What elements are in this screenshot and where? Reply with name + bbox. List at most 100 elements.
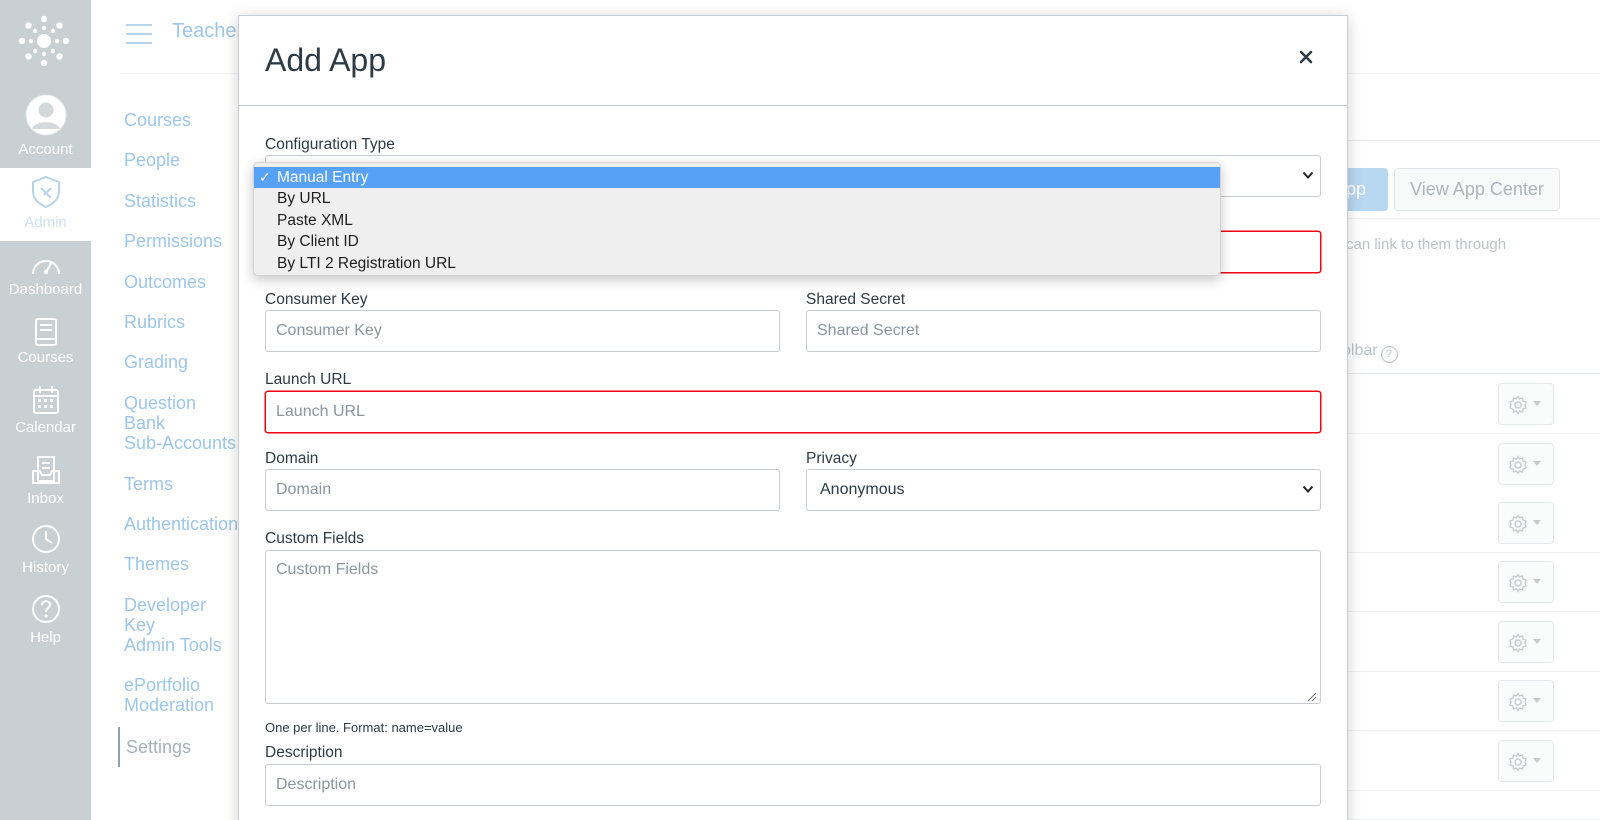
- gear-icon: [1509, 395, 1527, 415]
- settings-gear-button[interactable]: [1498, 561, 1554, 603]
- dialog-header: Add App: [239, 16, 1347, 106]
- close-button[interactable]: [1295, 46, 1317, 68]
- custom-fields-textarea[interactable]: [265, 550, 1321, 704]
- option-paste-xml[interactable]: Paste XML: [254, 210, 1220, 231]
- settings-gear-button[interactable]: [1498, 680, 1554, 722]
- option-manual-entry[interactable]: ✓ Manual Entry: [254, 167, 1220, 189]
- caret-down-icon: [1533, 639, 1541, 644]
- canvas-logo-icon[interactable]: [17, 14, 71, 68]
- privacy-label: Privacy: [806, 450, 857, 467]
- description-label: Description: [265, 744, 343, 761]
- sub-nav-permissions[interactable]: Permissions: [124, 231, 242, 271]
- sub-nav-courses[interactable]: Courses: [124, 110, 242, 150]
- caret-down-icon: [1533, 401, 1541, 406]
- nav-dashboard[interactable]: Dashboard: [0, 245, 91, 315]
- table-row: [1348, 671, 1600, 731]
- sub-nav-question-bank[interactable]: Question Bank: [124, 393, 242, 433]
- breadcrumb[interactable]: Teacher: [172, 20, 243, 43]
- table-row: [1348, 731, 1600, 791]
- caret-down-icon: [1533, 579, 1541, 584]
- sub-nav-grading[interactable]: Grading: [124, 352, 242, 392]
- launch-url-field[interactable]: [265, 391, 1321, 433]
- question-mark-icon[interactable]: ?: [1380, 346, 1398, 363]
- sub-nav-terms[interactable]: Terms: [124, 474, 242, 514]
- sub-nav-admin-tools[interactable]: Admin Tools: [124, 635, 242, 675]
- calendar-icon: [32, 385, 60, 415]
- courses-icon: [34, 317, 58, 347]
- chevron-down-icon: [1302, 171, 1314, 179]
- launch-url-label: Launch URL: [265, 371, 352, 388]
- nav-dashboard-label: Dashboard: [8, 281, 83, 298]
- sub-nav-rubrics[interactable]: Rubrics: [124, 312, 242, 352]
- gear-icon: [1509, 573, 1527, 593]
- sub-nav-outcomes[interactable]: Outcomes: [124, 272, 242, 312]
- configuration-type-dropdown: ✓ Manual Entry By URL Paste XML By Clien…: [253, 162, 1221, 276]
- apps-hint-text: can link to them through: [1346, 236, 1507, 253]
- sub-nav-people[interactable]: People: [124, 150, 242, 190]
- settings-gear-button[interactable]: [1498, 443, 1554, 485]
- table-row: [1348, 552, 1600, 612]
- gear-icon: [1509, 633, 1527, 653]
- table-row: [1348, 434, 1600, 494]
- sub-nav-authentication[interactable]: Authentication: [124, 514, 242, 554]
- nav-admin-label: Admin: [24, 214, 67, 231]
- close-icon: [1299, 50, 1313, 64]
- option-label: By Client ID: [277, 233, 359, 251]
- nav-inbox[interactable]: Inbox: [0, 453, 91, 523]
- divider: [1348, 140, 1600, 141]
- gear-icon: [1509, 692, 1527, 712]
- divider: [1348, 218, 1600, 219]
- gear-icon: [1509, 514, 1527, 534]
- consumer-key-field[interactable]: [265, 310, 780, 352]
- settings-gear-button[interactable]: [1498, 740, 1554, 782]
- table-row: [1348, 493, 1600, 553]
- sub-nav-developer-keys[interactable]: Developer Key: [124, 595, 242, 635]
- account-sub-nav: Courses People Statistics Permissions Ou…: [118, 110, 242, 767]
- privacy-select[interactable]: Anonymous: [806, 469, 1321, 511]
- nav-admin[interactable]: Admin: [0, 168, 91, 241]
- option-label: Paste XML: [277, 211, 353, 229]
- sub-nav-statistics[interactable]: Statistics: [124, 191, 242, 231]
- account-icon: [25, 94, 67, 136]
- nav-calendar[interactable]: Calendar: [0, 382, 91, 452]
- nav-history-label: History: [22, 559, 69, 576]
- caret-down-icon: [1533, 758, 1541, 763]
- shared-secret-field[interactable]: [806, 310, 1321, 352]
- nav-courses[interactable]: Courses: [0, 312, 91, 382]
- view-app-center-button[interactable]: View App Center: [1394, 168, 1560, 211]
- nav-account[interactable]: Account: [0, 88, 91, 168]
- add-app-button[interactable]: pp: [1342, 168, 1388, 211]
- sub-nav-settings[interactable]: Settings: [118, 727, 236, 767]
- help-icon: [31, 594, 61, 624]
- sub-nav-themes[interactable]: Themes: [124, 554, 242, 594]
- custom-fields-help: One per line. Format: name=value: [265, 720, 463, 735]
- chevron-down-icon: [1302, 485, 1314, 493]
- option-by-url[interactable]: By URL: [254, 188, 1220, 209]
- table-row: [1348, 612, 1600, 672]
- table-row: [1348, 374, 1600, 434]
- sub-nav-sub-accounts[interactable]: Sub-Accounts: [124, 433, 242, 473]
- toolbar-column-header: olbar?: [1342, 342, 1398, 363]
- domain-field[interactable]: [265, 469, 780, 511]
- nav-help[interactable]: Help: [0, 592, 91, 662]
- description-field[interactable]: [265, 764, 1321, 806]
- inbox-icon: [31, 455, 61, 485]
- option-label: Manual Entry: [277, 169, 369, 186]
- hamburger-icon[interactable]: [126, 24, 152, 44]
- settings-gear-button[interactable]: [1498, 502, 1554, 544]
- gear-icon: [1509, 752, 1527, 772]
- resize-grip-icon[interactable]: [1305, 690, 1317, 702]
- caret-down-icon: [1533, 698, 1541, 703]
- dialog-title: Add App: [265, 42, 386, 78]
- nav-help-label: Help: [30, 629, 61, 646]
- global-nav: Account Admin Dashboard Courses Calendar…: [0, 0, 91, 820]
- gear-icon: [1509, 455, 1527, 475]
- option-by-client-id[interactable]: By Client ID: [254, 231, 1220, 252]
- caret-down-icon: [1533, 520, 1541, 525]
- option-by-lti2-registration-url[interactable]: By LTI 2 Registration URL: [254, 253, 1220, 274]
- option-label: By URL: [277, 190, 331, 208]
- settings-gear-button[interactable]: [1498, 383, 1554, 425]
- nav-history[interactable]: History: [0, 522, 91, 592]
- dashboard-icon: [30, 253, 62, 277]
- settings-gear-button[interactable]: [1498, 621, 1554, 663]
